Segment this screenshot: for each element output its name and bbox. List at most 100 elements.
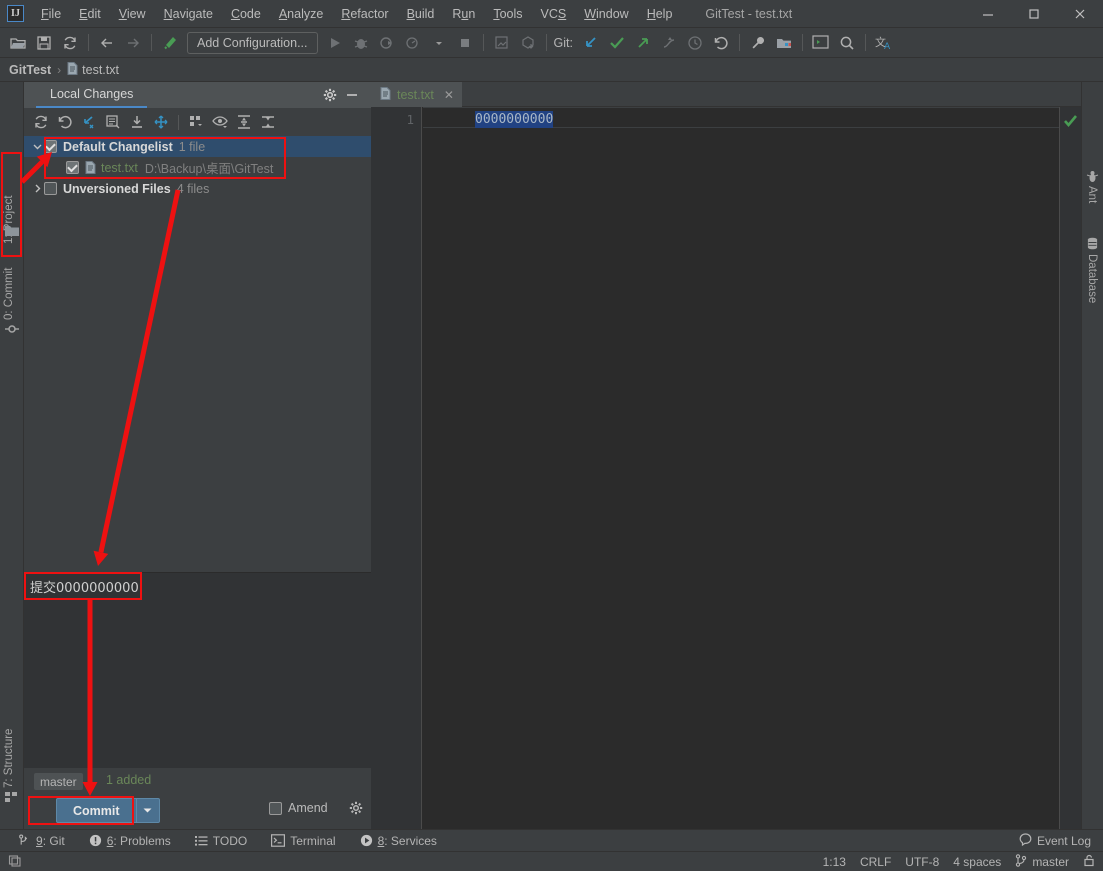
left-tool-stripe: 1: Project 0: Commit 7: Structure 2: Fav… bbox=[0, 82, 24, 871]
collapse-all-icon[interactable] bbox=[256, 111, 280, 133]
sidebar-item-structure[interactable]: 7: Structure bbox=[3, 704, 15, 788]
back-arrow-icon[interactable] bbox=[94, 31, 120, 55]
maximize-button[interactable] bbox=[1011, 0, 1057, 28]
menu-item-tools[interactable]: Tools bbox=[484, 4, 531, 24]
file-encoding[interactable]: UTF-8 bbox=[905, 855, 939, 869]
menu-item-vcs[interactable]: VCS bbox=[532, 4, 576, 24]
sidebar-item-commit[interactable]: 0: Commit bbox=[3, 248, 15, 320]
sidebar-item-ant-label: Ant bbox=[1086, 186, 1098, 204]
expand-all-icon[interactable] bbox=[232, 111, 256, 133]
editor-code-area[interactable]: 0000000000 bbox=[423, 107, 1059, 829]
minimize-icon[interactable] bbox=[341, 84, 363, 106]
commit-options-gear-icon[interactable] bbox=[349, 801, 363, 820]
bottom-tab-services[interactable]: 8: Services bbox=[348, 834, 449, 848]
menu-item-navigate[interactable]: Navigate bbox=[155, 4, 222, 24]
commit-stripe-icon bbox=[5, 322, 19, 341]
bottom-tab-git[interactable]: 9: Git bbox=[6, 834, 77, 848]
chevron-right-icon[interactable] bbox=[30, 184, 44, 193]
line-separator[interactable]: CRLF bbox=[860, 855, 891, 869]
toolbar-divider bbox=[178, 114, 179, 130]
tab-local-changes[interactable]: Local Changes bbox=[36, 82, 148, 108]
toolbar-divider bbox=[88, 34, 89, 51]
editor-tab-test-txt[interactable]: test.txt ✕ bbox=[371, 82, 462, 107]
commit-button[interactable]: Commit bbox=[56, 798, 160, 823]
menu-item-window[interactable]: Window bbox=[575, 4, 637, 24]
close-icon[interactable]: ✕ bbox=[444, 88, 454, 102]
editor-tab-label: test.txt bbox=[397, 87, 434, 102]
editor-area: test.txt ✕ 1 0000000000 bbox=[371, 82, 1081, 829]
changelist-checkbox[interactable] bbox=[44, 182, 57, 195]
sync-icon[interactable] bbox=[57, 31, 83, 55]
menu-item-edit[interactable]: Edit bbox=[70, 4, 110, 24]
commit-message-input[interactable]: 提交0000000000 bbox=[24, 572, 371, 768]
open-folder-icon[interactable] bbox=[5, 31, 31, 55]
bottom-tab-todo[interactable]: TODO bbox=[183, 834, 259, 848]
get-from-vcs-icon[interactable] bbox=[125, 111, 149, 133]
close-button[interactable] bbox=[1057, 0, 1103, 28]
lock-icon[interactable] bbox=[1083, 854, 1095, 870]
git-toolbar-label: Git: bbox=[553, 35, 573, 50]
settings-wrench-icon[interactable] bbox=[745, 31, 771, 55]
menu-item-file[interactable]: File bbox=[32, 4, 70, 24]
bottom-tab-label: TODO bbox=[212, 833, 248, 848]
git-update-icon[interactable] bbox=[578, 31, 604, 55]
git-push-icon[interactable] bbox=[630, 31, 656, 55]
move-to-changelist-icon[interactable] bbox=[149, 111, 173, 133]
run-configuration-selector[interactable]: Add Configuration... bbox=[187, 31, 318, 54]
preview-diff-icon[interactable] bbox=[208, 111, 232, 133]
save-all-icon[interactable] bbox=[31, 31, 57, 55]
indent-setting[interactable]: 4 spaces bbox=[953, 855, 1001, 869]
status-branch-widget[interactable]: master bbox=[1015, 853, 1069, 870]
code-selected-text[interactable]: 0000000000 bbox=[475, 111, 554, 128]
shelve-icon[interactable] bbox=[77, 111, 101, 133]
breadcrumb: GitTest › test.txt bbox=[0, 58, 1103, 82]
amend-checkbox[interactable]: Amend bbox=[269, 801, 328, 815]
caret-position[interactable]: 1:13 bbox=[823, 855, 846, 869]
menu-item-view[interactable]: View bbox=[110, 4, 155, 24]
refresh-icon[interactable] bbox=[29, 111, 53, 133]
menu-item-refactor[interactable]: Refactor bbox=[332, 4, 397, 24]
menu-item-help[interactable]: Help bbox=[638, 4, 682, 24]
bottom-tab-label: Terminal bbox=[290, 833, 336, 848]
editor-marker-bar[interactable] bbox=[1059, 107, 1081, 829]
git-commit-check-icon[interactable] bbox=[604, 31, 630, 55]
minimize-button[interactable] bbox=[965, 0, 1011, 28]
rollback-icon[interactable] bbox=[53, 111, 77, 133]
file-checkbox[interactable] bbox=[66, 161, 79, 174]
status-bar: 1:13 CRLF UTF-8 4 spaces master bbox=[0, 851, 1103, 871]
menu-item-build[interactable]: Build bbox=[398, 4, 444, 24]
diff-icon[interactable] bbox=[101, 111, 125, 133]
chevron-down-icon[interactable] bbox=[30, 142, 44, 151]
menu-item-analyze[interactable]: Analyze bbox=[270, 4, 332, 24]
gear-icon[interactable] bbox=[319, 84, 341, 106]
sidebar-item-database[interactable]: Database bbox=[1086, 254, 1098, 316]
sidebar-item-commit-label: 0: Commit bbox=[3, 267, 15, 320]
memory-indicator-icon[interactable] bbox=[8, 853, 22, 870]
changelist-checkbox[interactable] bbox=[44, 140, 57, 153]
group-by-icon[interactable] bbox=[184, 111, 208, 133]
terminal-toolbar-icon[interactable] bbox=[808, 31, 834, 55]
changed-file-row[interactable]: test.txt D:\Backup\桌面\GitTest bbox=[24, 157, 371, 178]
bottom-tab-terminal[interactable]: Terminal bbox=[259, 834, 347, 848]
translate-icon[interactable]: 文A bbox=[871, 31, 897, 55]
bottom-tab-problems[interactable]: 6: Problems bbox=[77, 834, 183, 848]
changelist-row[interactable]: Default Changelist 1 file bbox=[24, 136, 371, 157]
breadcrumb-file[interactable]: test.txt bbox=[67, 61, 119, 78]
sidebar-item-ant[interactable]: Ant bbox=[1086, 186, 1098, 220]
chevron-down-icon bbox=[426, 31, 452, 55]
event-log-button[interactable]: Event Log bbox=[1019, 832, 1091, 849]
menu-item-run[interactable]: Run bbox=[443, 4, 484, 24]
breadcrumb-project[interactable]: GitTest bbox=[9, 63, 51, 77]
toolbar-divider bbox=[545, 34, 547, 51]
project-structure-icon[interactable] bbox=[771, 31, 797, 55]
build-hammer-icon[interactable] bbox=[157, 31, 183, 55]
structure-icon bbox=[5, 790, 19, 808]
chevron-down-icon[interactable] bbox=[137, 807, 159, 814]
amend-checkbox-box[interactable] bbox=[269, 801, 282, 815]
git-rollback-icon[interactable] bbox=[708, 31, 734, 55]
menu-item-code[interactable]: Code bbox=[222, 4, 270, 24]
search-everywhere-icon[interactable] bbox=[834, 31, 860, 55]
changelist-row[interactable]: Unversioned Files 4 files bbox=[24, 178, 371, 199]
inspection-check-icon[interactable] bbox=[1063, 113, 1078, 133]
local-changes-toolbar bbox=[24, 109, 371, 135]
